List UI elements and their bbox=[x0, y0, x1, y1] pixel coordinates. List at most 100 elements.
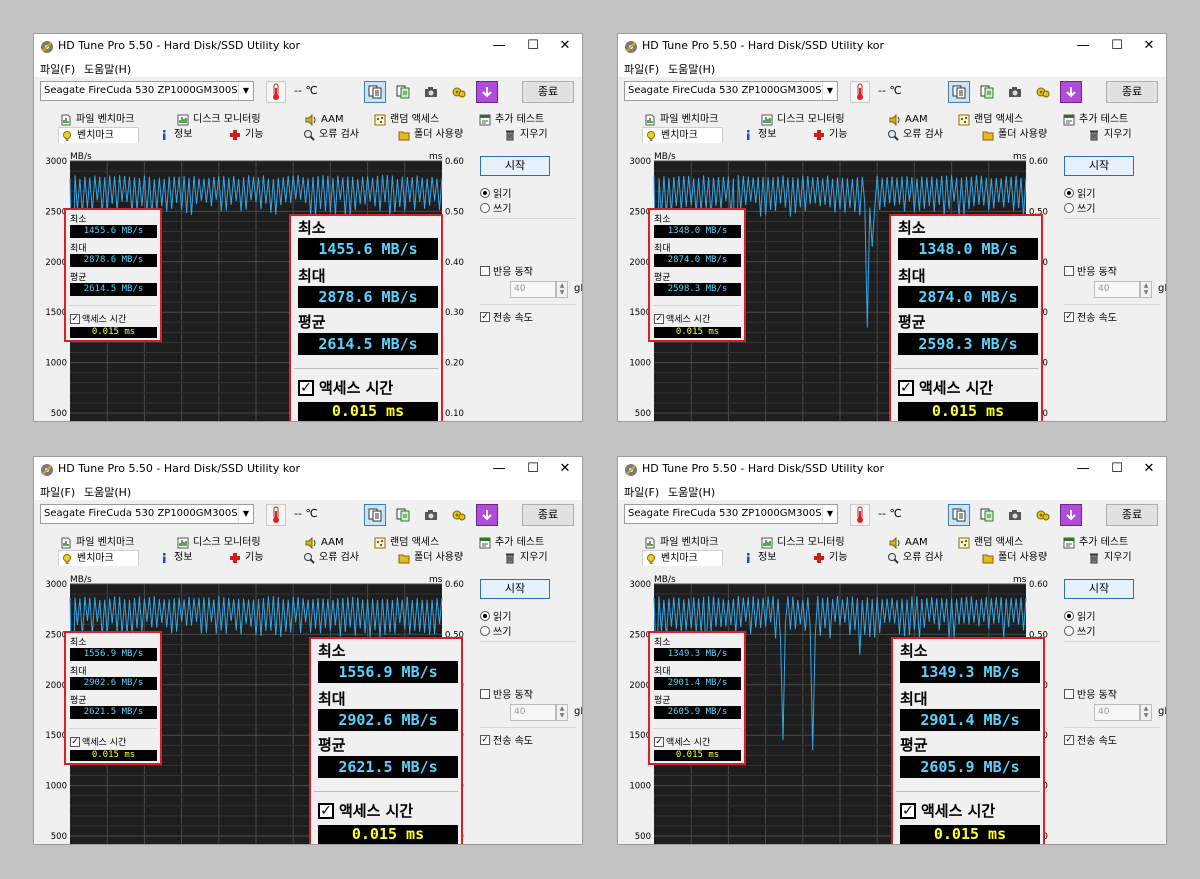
close-button[interactable]: ✕ bbox=[548, 34, 582, 58]
tab-extra-tests[interactable]: 추가 테스트 bbox=[477, 112, 544, 127]
access-time-checkbox[interactable]: ✓ 액세스 시간 bbox=[70, 312, 126, 325]
maximize-button[interactable]: ☐ bbox=[516, 34, 550, 58]
tab-error-scan[interactable]: 오류 검사 bbox=[301, 550, 359, 565]
tab-aam[interactable]: AAM bbox=[303, 112, 344, 127]
tab-random-access[interactable]: 랜덤 액세스 bbox=[956, 112, 1023, 127]
transfer-rate-checkbox[interactable]: ✓ 전송 속도 bbox=[1064, 309, 1117, 324]
tab-folder-usage[interactable]: 폴더 사용량 bbox=[396, 127, 463, 142]
drive-select[interactable]: Seagate FireCuda 530 ZP1000GM300SU6SI ▼ bbox=[624, 81, 838, 101]
copy-screen-icon[interactable] bbox=[976, 504, 998, 526]
transfer-rate-checkbox[interactable]: ✓ 전송 속도 bbox=[480, 732, 533, 747]
tab-benchmark[interactable]: 벤치마크 bbox=[642, 550, 723, 566]
tab-file-benchmark[interactable]: 파일 벤치마크 bbox=[642, 535, 718, 550]
read-radio[interactable]: 읽기 bbox=[1064, 608, 1095, 623]
tab-file-benchmark[interactable]: 파일 벤치마크 bbox=[58, 535, 134, 550]
copy-info-icon[interactable] bbox=[364, 504, 386, 526]
tab-features[interactable]: 기능 bbox=[811, 550, 847, 565]
write-radio[interactable]: 쓰기 bbox=[480, 623, 511, 638]
copy-info-icon[interactable] bbox=[948, 81, 970, 103]
start-button[interactable]: 시작 bbox=[1064, 156, 1134, 176]
camera-icon[interactable] bbox=[1004, 81, 1026, 103]
drive-select[interactable]: Seagate FireCuda 530 ZP1000GM300SU6SI ▼ bbox=[40, 81, 254, 101]
spinner-arrows-icon[interactable]: ▲ ▼ bbox=[556, 281, 568, 298]
response-checkbox[interactable]: 반응 동작 bbox=[480, 263, 533, 278]
transfer-rate-checkbox[interactable]: ✓ 전송 속도 bbox=[480, 309, 533, 324]
write-radio[interactable]: 쓰기 bbox=[1064, 623, 1095, 638]
exit-button[interactable]: 종료 bbox=[1106, 504, 1158, 526]
tab-error-scan[interactable]: 오류 검사 bbox=[301, 127, 359, 142]
tab-benchmark[interactable]: 벤치마크 bbox=[58, 127, 139, 143]
response-checkbox[interactable]: 반응 동작 bbox=[480, 686, 533, 701]
save-icon[interactable] bbox=[476, 81, 498, 103]
menu-file[interactable]: 파일(F) bbox=[40, 484, 75, 500]
tab-random-access[interactable]: 랜덤 액세스 bbox=[372, 535, 439, 550]
tab-features[interactable]: 기능 bbox=[227, 550, 263, 565]
menu-file[interactable]: 파일(F) bbox=[624, 484, 659, 500]
tab-disk-monitor[interactable]: 디스크 모니터링 bbox=[175, 535, 261, 550]
tab-error-scan[interactable]: 오류 검사 bbox=[885, 550, 943, 565]
spinner-arrows-icon[interactable]: ▲ ▼ bbox=[1140, 281, 1152, 298]
spinner-arrows-icon[interactable]: ▲ ▼ bbox=[1140, 704, 1152, 721]
menu-help[interactable]: 도움말(H) bbox=[668, 484, 715, 500]
save-icon[interactable] bbox=[1060, 504, 1082, 526]
menu-help[interactable]: 도움말(H) bbox=[84, 61, 131, 77]
camera-icon[interactable] bbox=[1004, 504, 1026, 526]
tab-aam[interactable]: AAM bbox=[887, 112, 928, 127]
tab-folder-usage[interactable]: 폴더 사용량 bbox=[980, 550, 1047, 565]
options-icon[interactable] bbox=[448, 504, 470, 526]
tab-features[interactable]: 기능 bbox=[811, 127, 847, 142]
start-button[interactable]: 시작 bbox=[480, 579, 550, 599]
options-icon[interactable] bbox=[1032, 504, 1054, 526]
tab-benchmark[interactable]: 벤치마크 bbox=[58, 550, 139, 566]
exit-button[interactable]: 종료 bbox=[522, 504, 574, 526]
minimize-button[interactable]: — bbox=[482, 34, 516, 58]
tab-extra-tests[interactable]: 추가 테스트 bbox=[1061, 535, 1128, 550]
minimize-button[interactable]: — bbox=[1066, 34, 1100, 58]
tab-info[interactable]: 정보 bbox=[740, 127, 776, 142]
options-icon[interactable] bbox=[1032, 81, 1054, 103]
tab-disk-monitor[interactable]: 디스크 모니터링 bbox=[175, 112, 261, 127]
tab-extra-tests[interactable]: 추가 테스트 bbox=[1061, 112, 1128, 127]
drive-select[interactable]: Seagate FireCuda 530 ZP1000GM300SU6SI ▼ bbox=[624, 504, 838, 524]
maximize-button[interactable]: ☐ bbox=[516, 457, 550, 481]
tab-info[interactable]: 정보 bbox=[156, 550, 192, 565]
tab-benchmark[interactable]: 벤치마크 bbox=[642, 127, 723, 143]
tab-aam[interactable]: AAM bbox=[887, 535, 928, 550]
copy-screen-icon[interactable] bbox=[392, 81, 414, 103]
access-time-checkbox[interactable]: ✓ 액세스 시간 bbox=[70, 735, 126, 748]
tab-erase[interactable]: 지우기 bbox=[502, 127, 548, 142]
write-radio[interactable]: 쓰기 bbox=[1064, 200, 1095, 215]
tab-disk-monitor[interactable]: 디스크 모니터링 bbox=[759, 535, 845, 550]
read-radio[interactable]: 읽기 bbox=[1064, 185, 1095, 200]
tab-error-scan[interactable]: 오류 검사 bbox=[885, 127, 943, 142]
tab-features[interactable]: 기능 bbox=[227, 127, 263, 142]
response-checkbox[interactable]: 반응 동작 bbox=[1064, 263, 1117, 278]
write-radio[interactable]: 쓰기 bbox=[480, 200, 511, 215]
tab-random-access[interactable]: 랜덤 액세스 bbox=[372, 112, 439, 127]
copy-screen-icon[interactable] bbox=[392, 504, 414, 526]
options-icon[interactable] bbox=[448, 81, 470, 103]
copy-screen-icon[interactable] bbox=[976, 81, 998, 103]
tab-erase[interactable]: 지우기 bbox=[502, 550, 548, 565]
menu-help[interactable]: 도움말(H) bbox=[668, 61, 715, 77]
copy-info-icon[interactable] bbox=[364, 81, 386, 103]
response-checkbox[interactable]: 반응 동작 bbox=[1064, 686, 1117, 701]
tab-disk-monitor[interactable]: 디스크 모니터링 bbox=[759, 112, 845, 127]
spinner-arrows-icon[interactable]: ▲ ▼ bbox=[556, 704, 568, 721]
gb-size-input[interactable]: 40 bbox=[1094, 704, 1140, 721]
read-radio[interactable]: 읽기 bbox=[480, 608, 511, 623]
menu-file[interactable]: 파일(F) bbox=[624, 61, 659, 77]
camera-icon[interactable] bbox=[420, 81, 442, 103]
read-radio[interactable]: 읽기 bbox=[480, 185, 511, 200]
save-icon[interactable] bbox=[476, 504, 498, 526]
access-time-checkbox[interactable]: ✓ 액세스 시간 bbox=[654, 735, 710, 748]
transfer-rate-checkbox[interactable]: ✓ 전송 속도 bbox=[1064, 732, 1117, 747]
tab-extra-tests[interactable]: 추가 테스트 bbox=[477, 535, 544, 550]
tab-erase[interactable]: 지우기 bbox=[1086, 550, 1132, 565]
gb-size-input[interactable]: 40 bbox=[510, 281, 556, 298]
gb-size-input[interactable]: 40 bbox=[510, 704, 556, 721]
tab-info[interactable]: 정보 bbox=[740, 550, 776, 565]
tab-aam[interactable]: AAM bbox=[303, 535, 344, 550]
maximize-button[interactable]: ☐ bbox=[1100, 457, 1134, 481]
menu-file[interactable]: 파일(F) bbox=[40, 61, 75, 77]
